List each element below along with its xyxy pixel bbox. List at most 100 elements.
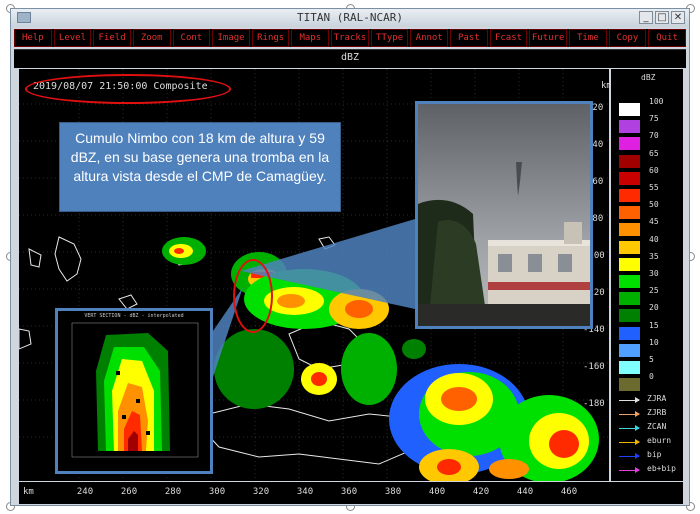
legend-swatch [619,206,640,220]
menu-past[interactable]: Past [450,29,488,47]
menu-field[interactable]: Field [93,29,131,47]
menu-help[interactable]: Help [14,29,52,47]
menu-fcast[interactable]: Fcast [489,29,528,47]
legend-swatch-label: 45 [649,217,659,227]
legend-swatch-label: 40 [649,234,659,244]
legend-swatch [619,343,640,357]
funnel-cloud-photo [415,101,593,329]
legend-swatch-label: 35 [649,251,659,261]
legend-swatch-label: 55 [649,183,659,192]
track-legend-label: bip [647,450,662,459]
menu-time[interactable]: Time [568,29,607,47]
legend-swatch-label: 50 [649,200,659,210]
photo-drawing [418,104,590,326]
inset-drawing [71,322,199,458]
y-tick-label: -180 [583,399,605,409]
track-legend-item: eburn [619,436,689,448]
legend-swatch [619,378,640,392]
vertical-section-inset: VERT SECTION - dBZ - interpolated [55,308,213,474]
track-legend-label: ZJRB [647,408,667,417]
track-arrow-icon [619,411,640,417]
legend-swatch [619,257,640,271]
x-tick-label: 300 [208,487,226,497]
x-axis-bar: km 240 260 280 300 320 340 360 380 400 4… [19,482,683,504]
legend-swatch-label: 100 [649,97,664,106]
annotation-callout: Cumulo Nimbo con 18 km de altura y 59 dB… [59,122,341,212]
y-tick-label: -160 [583,362,605,372]
legend-swatch-label: 15 [649,320,659,330]
menu-rings[interactable]: Rings [251,29,290,47]
x-tick-label: 260 [120,487,138,497]
legend-swatch-label: 75 [649,114,659,124]
legend-swatch [619,240,640,254]
track-arrow-icon [619,467,640,473]
track-legend-item: bip [619,450,689,462]
legend-swatch [619,137,640,151]
x-tick-label: 420 [472,487,490,497]
legend-swatch [619,275,640,288]
minimize-button[interactable]: _ [639,11,653,24]
track-legend-label: ZCAN [647,422,667,431]
track-arrow-icon [619,397,640,403]
dbz-legend: dBZ 100 75 70 65 60 55 50 45 40 35 30 25 20 15 10 5 0 ZJ… [611,69,683,481]
legend-swatch-label: 65 [649,148,659,158]
menu-annot[interactable]: Annot [410,29,449,47]
legend-swatch-label: 5 [649,355,654,364]
maximize-button[interactable]: □ [655,11,669,24]
x-tick-label: 460 [560,487,578,497]
legend-swatch [619,171,640,185]
titan-window: TITAN (RAL-NCAR) _ □ ✕ Help Level Field … [10,8,690,506]
field-bar: dBZ [14,49,686,68]
menu-zoom[interactable]: Zoom [132,29,171,47]
x-tick-label: 320 [252,487,270,497]
track-legend-item: ZJRA [619,394,689,406]
legend-swatch [619,292,640,306]
legend-swatch [619,154,640,168]
track-legend-label: eburn [647,436,672,445]
legend-swatch [619,103,640,116]
menu-cont[interactable]: Cont [172,29,211,47]
track-legend-label: eb+bip [647,464,676,473]
track-arrow-icon [619,425,640,431]
menu-copy[interactable]: Copy [608,29,647,47]
track-arrow-icon [619,453,640,459]
x-tick-label: 440 [516,487,534,497]
storm-highlight-ellipse [233,259,273,333]
menu-ttype[interactable]: TType [370,29,409,47]
menu-image[interactable]: Image [212,29,250,47]
menu-tracks[interactable]: Tracks [331,29,369,47]
x-tick-label: 240 [76,487,94,497]
x-tick-label: 340 [296,487,314,497]
legend-swatch-label: 0 [649,372,654,382]
x-tick-label: 380 [384,487,402,497]
legend-swatch [619,223,640,237]
track-legend-item: ZJRB [619,408,689,420]
close-button[interactable]: ✕ [671,11,685,24]
legend-swatch [619,326,640,340]
track-legend-label: ZJRA [647,394,667,403]
legend-swatch [619,309,640,323]
timestamp-highlight-ellipse [25,74,231,104]
legend-swatch-label: 10 [649,337,659,347]
legend-swatch-label: 30 [649,269,659,278]
title-bar[interactable]: TITAN (RAL-NCAR) _ □ ✕ [11,9,689,27]
x-tick-label: 400 [428,487,446,497]
menu-level[interactable]: Level [53,29,92,47]
track-arrow-icon [619,439,640,445]
window-title: TITAN (RAL-NCAR) [297,11,403,24]
legend-swatch [619,120,640,134]
menu-future[interactable]: Future [529,29,567,47]
x-tick-label: 360 [340,487,358,497]
menu-maps[interactable]: Maps [291,29,330,47]
legend-swatch [619,361,640,374]
legend-swatch-label: 25 [649,286,659,296]
legend-title: dBZ [641,73,656,82]
legend-swatch-label: 60 [649,165,659,175]
menu-bar: Help Level Field Zoom Cont Image Rings M… [14,29,686,47]
x-tick-label: 280 [164,487,182,497]
menu-quit[interactable]: Quit [648,29,686,47]
legend-swatch-label: 70 [649,131,659,141]
legend-swatch [619,189,640,202]
legend-swatch-label: 20 [649,303,659,313]
track-legend-item: ZCAN [619,422,689,434]
